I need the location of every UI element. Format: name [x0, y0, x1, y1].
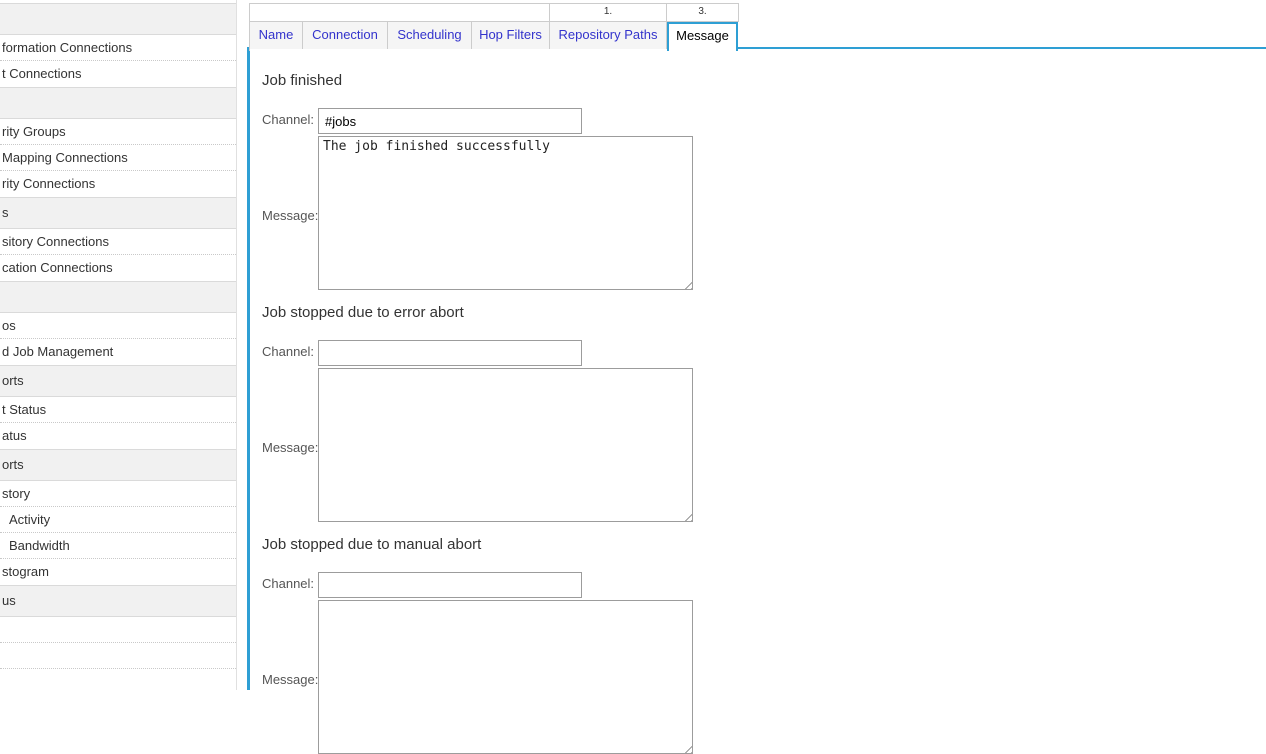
sidebar-item-label: t Connections [0, 61, 236, 86]
message-textarea-wrap [318, 600, 693, 754]
sidebar-item-label: Bandwidth [0, 533, 236, 558]
message-textarea[interactable]: The job finished successfully [318, 136, 693, 290]
sidebar-item[interactable]: Bandwidth [0, 533, 236, 559]
sidebar-item[interactable]: d Job Management [0, 339, 236, 365]
sidebar-item[interactable] [0, 87, 236, 119]
message-label: Message: [262, 204, 318, 228]
channel-label: Channel: [262, 340, 314, 364]
sidebar-item[interactable]: us [0, 585, 236, 617]
sidebar-item-label: s [0, 198, 236, 228]
sidebar-item[interactable] [0, 281, 236, 313]
tab-strip: 1. 3. Name Connection Scheduling Hop Fil… [249, 3, 739, 51]
app-window: { "sidebar": { "items": [ {"label": "", … [0, 0, 1266, 690]
sidebar-item-label: formation Connections [0, 35, 236, 60]
sidebar-item[interactable]: Activity [0, 507, 236, 533]
sidebar-item-label: atus [0, 423, 236, 448]
tab-message[interactable]: Message [667, 22, 738, 51]
sidebar-item[interactable] [0, 669, 236, 690]
sidebar-item[interactable]: t Connections [0, 61, 236, 87]
sidebar-item[interactable]: os [0, 313, 236, 339]
sidebar-item-label: stogram [0, 559, 236, 584]
sidebar-item-label: cation Connections [0, 255, 236, 280]
message-textarea-wrap: The job finished successfully [318, 136, 693, 290]
sidebar-item-label: sitory Connections [0, 229, 236, 254]
section-title: Job finished [262, 72, 342, 89]
sidebar-item[interactable]: s [0, 197, 236, 229]
sidebar: formation Connections t Connections rity… [0, 0, 237, 690]
sidebar-item[interactable]: atus [0, 423, 236, 449]
sidebar-item-label: us [0, 586, 236, 616]
tab-name[interactable]: Name [250, 22, 303, 49]
channel-label: Channel: [262, 572, 314, 596]
sidebar-item[interactable]: stogram [0, 559, 236, 585]
tab-badge-message: 3. [667, 4, 738, 21]
sidebar-item-label: orts [0, 450, 236, 480]
message-textarea-wrap [318, 368, 693, 522]
sidebar-item[interactable]: orts [0, 365, 236, 397]
channel-input[interactable] [318, 572, 582, 598]
sidebar-item-label: Mapping Connections [0, 145, 236, 170]
sidebar-item[interactable]: formation Connections [0, 35, 236, 61]
sidebar-item-label: story [0, 481, 236, 506]
tab-badge-empty [250, 4, 550, 21]
message-tab-panel: Job finished Channel: Message: The job f… [247, 47, 1266, 690]
sidebar-item[interactable]: Mapping Connections [0, 145, 236, 171]
sidebar-item-label: os [0, 313, 236, 338]
tab-row: Name Connection Scheduling Hop Filters R… [249, 22, 739, 51]
message-textarea[interactable] [318, 368, 693, 522]
sidebar-item[interactable] [0, 3, 236, 35]
channel-input[interactable] [318, 340, 582, 366]
channel-label: Channel: [262, 108, 314, 132]
message-label: Message: [262, 436, 318, 460]
tab-hop-filters[interactable]: Hop Filters [472, 22, 550, 49]
channel-input[interactable] [318, 108, 582, 134]
tab-connection[interactable]: Connection [303, 22, 388, 49]
sidebar-item[interactable]: cation Connections [0, 255, 236, 281]
sidebar-item[interactable]: rity Groups [0, 119, 236, 145]
sidebar-item-label: orts [0, 366, 236, 396]
sidebar-item[interactable]: t Status [0, 397, 236, 423]
section-title: Job stopped due to manual abort [262, 536, 481, 553]
tab-scheduling[interactable]: Scheduling [388, 22, 472, 49]
sidebar-item-label: Activity [0, 507, 236, 532]
sidebar-item[interactable] [0, 643, 236, 669]
sidebar-item-label: d Job Management [0, 339, 236, 364]
sidebar-item[interactable]: sitory Connections [0, 229, 236, 255]
sidebar-item[interactable]: orts [0, 449, 236, 481]
sidebar-item[interactable]: story [0, 481, 236, 507]
tab-badge-row: 1. 3. [249, 3, 739, 22]
message-textarea[interactable] [318, 600, 693, 754]
sidebar-item-label: t Status [0, 397, 236, 422]
sidebar-item[interactable] [0, 617, 236, 643]
message-label: Message: [262, 668, 318, 692]
sidebar-item-label: rity Groups [0, 119, 236, 144]
sidebar-item-label: rity Connections [0, 171, 236, 196]
sidebar-item[interactable]: rity Connections [0, 171, 236, 197]
tab-badge-repository-paths: 1. [550, 4, 667, 21]
tab-repository-paths[interactable]: Repository Paths [550, 22, 667, 49]
section-title: Job stopped due to error abort [262, 304, 464, 321]
